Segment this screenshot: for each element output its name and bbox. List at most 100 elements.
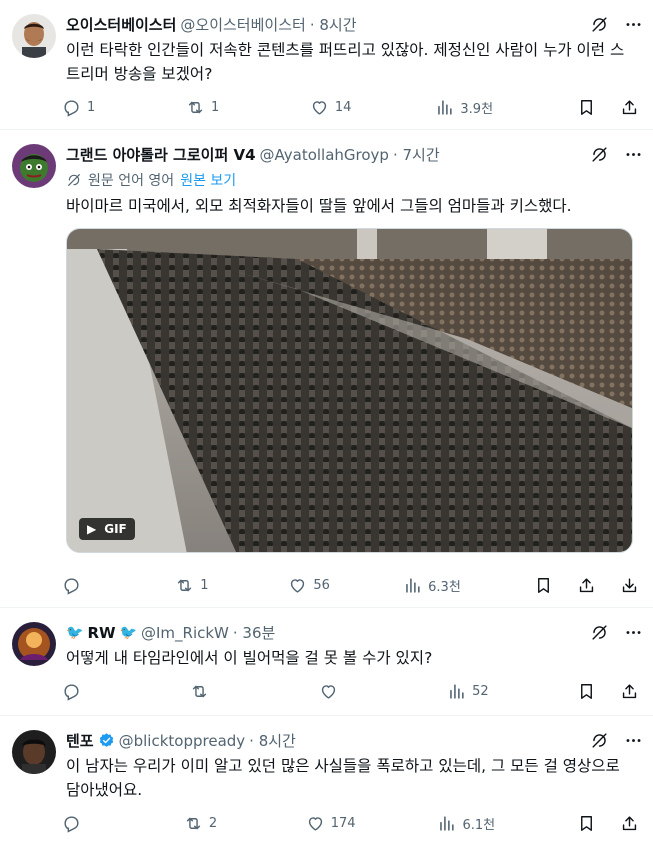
- like-icon: [319, 682, 338, 701]
- repost-button[interactable]: 1: [186, 98, 226, 117]
- reply-icon: [62, 576, 81, 595]
- like-icon: [310, 98, 329, 117]
- timestamp[interactable]: · 8시간: [310, 14, 357, 35]
- show-original-link[interactable]: 원본 보기: [180, 170, 236, 190]
- more-icon[interactable]: [623, 144, 643, 164]
- handle[interactable]: @Im_RickW: [141, 624, 229, 642]
- views-icon: [437, 814, 456, 833]
- views-icon: [447, 682, 466, 701]
- tweet-4[interactable]: 텐포 @blicktoppready · 8시간 이 남자는 우리가 이미 알고…: [0, 716, 653, 850]
- bookmark-icon: [577, 814, 596, 833]
- like-icon: [288, 576, 307, 595]
- grok-icon[interactable]: [589, 730, 609, 750]
- gif-play-icon: ▶: [87, 522, 97, 536]
- bird-emoji-icon: 🐦: [119, 624, 137, 641]
- reply-count: 1: [87, 100, 96, 115]
- like-button[interactable]: 14: [310, 98, 352, 117]
- like-button[interactable]: [319, 682, 359, 701]
- tweet-2[interactable]: 그랜드 아야톨라 그로이퍼 V4 @AyatollahGroyp · 7시간 원…: [0, 130, 653, 608]
- avatar[interactable]: [12, 622, 56, 666]
- views-count: 6.3천: [428, 580, 461, 595]
- share-icon: [620, 682, 639, 701]
- bird-emoji-icon: 🐦: [66, 624, 84, 641]
- share-button[interactable]: [620, 682, 639, 701]
- like-count: 174: [330, 816, 356, 831]
- share-icon: [620, 814, 639, 833]
- repost-button[interactable]: 2: [184, 814, 224, 833]
- parade-image: [67, 229, 632, 552]
- more-icon[interactable]: [623, 730, 643, 750]
- tweet-text: 바이마르 미국에서, 외모 최적화자들이 딸들 앞에서 그들의 엄마들과 키스했…: [66, 197, 572, 215]
- tweet-3[interactable]: 🐦 RW 🐦 @Im_RickW · 36분 어떻게 내 타임라인에서 이 빌어…: [0, 608, 653, 716]
- more-icon[interactable]: [623, 14, 643, 34]
- grok-icon[interactable]: [589, 622, 609, 642]
- repost-icon: [190, 682, 209, 701]
- tweet-text: 어떻게 내 타임라인에서 이 빌어먹을 걸 못 볼 수가 있지?: [66, 649, 433, 667]
- handle[interactable]: @오이스터베이스터: [180, 14, 305, 35]
- bookmark-icon: [577, 98, 596, 117]
- display-name[interactable]: RW: [87, 624, 115, 642]
- views-button[interactable]: 6.1천: [437, 814, 495, 833]
- repost-icon: [184, 814, 203, 833]
- download-button[interactable]: [620, 576, 639, 595]
- share-icon: [577, 576, 596, 595]
- views-icon: [403, 576, 422, 595]
- repost-icon: [186, 98, 205, 117]
- verified-icon: [99, 733, 113, 747]
- share-button[interactable]: [577, 576, 596, 595]
- share-button[interactable]: [620, 98, 639, 117]
- like-icon: [306, 814, 325, 833]
- display-name[interactable]: 오이스터베이스터: [66, 14, 176, 35]
- tweet-text: 이 남자는 우리가 이미 알고 있던 많은 사실들을 폭로하고 있는데, 그 모…: [66, 757, 620, 799]
- gif-badge[interactable]: ▶ GIF: [79, 518, 135, 540]
- more-icon[interactable]: [623, 622, 643, 642]
- repost-icon: [175, 576, 194, 595]
- display-name[interactable]: 텐포: [66, 730, 94, 751]
- views-count: 6.1천: [462, 818, 496, 833]
- handle[interactable]: @blicktoppready: [119, 732, 246, 750]
- grok-icon[interactable]: [589, 14, 609, 34]
- reply-icon: [62, 814, 81, 833]
- avatar[interactable]: [12, 144, 56, 188]
- repost-count: 1: [200, 578, 209, 593]
- gif-label: GIF: [104, 522, 127, 536]
- bookmark-button[interactable]: [577, 682, 596, 701]
- share-icon: [620, 98, 639, 117]
- reply-button[interactable]: 1: [62, 98, 102, 117]
- bookmark-button[interactable]: [577, 814, 596, 833]
- views-button[interactable]: 3.9천: [435, 98, 493, 117]
- translate-icon: [66, 172, 82, 188]
- tweet-1[interactable]: 오이스터베이스터 @오이스터베이스터 · 8시간 이런 타락한 인간들이 저속한…: [0, 0, 653, 130]
- views-icon: [435, 98, 454, 117]
- views-button[interactable]: 6.3천: [403, 576, 461, 595]
- bookmark-icon: [577, 682, 596, 701]
- translate-note: 원문 언어 영어: [88, 173, 175, 189]
- timestamp[interactable]: · 8시간: [249, 730, 296, 751]
- like-count: 14: [334, 100, 352, 115]
- reply-button[interactable]: [62, 576, 102, 595]
- reply-button[interactable]: [62, 682, 102, 701]
- tweet-gif[interactable]: ▶ GIF: [66, 228, 633, 553]
- timestamp[interactable]: · 7시간: [393, 144, 440, 165]
- like-button[interactable]: 174: [306, 814, 356, 833]
- bookmark-button[interactable]: [534, 576, 553, 595]
- tweet-text: 이런 타락한 인간들이 저속한 콘텐츠를 퍼뜨리고 있잖아. 제정신인 사람이 …: [66, 41, 625, 83]
- views-button[interactable]: 52: [447, 682, 489, 701]
- reply-icon: [62, 682, 81, 701]
- views-count: 52: [472, 684, 489, 699]
- avatar[interactable]: [12, 14, 56, 58]
- repost-button[interactable]: [190, 682, 230, 701]
- bookmark-icon: [534, 576, 553, 595]
- like-button[interactable]: 56: [288, 576, 330, 595]
- repost-button[interactable]: 1: [175, 576, 215, 595]
- avatar[interactable]: [12, 730, 56, 774]
- reply-button[interactable]: [62, 814, 102, 833]
- handle[interactable]: @AyatollahGroyp: [260, 146, 389, 164]
- timestamp[interactable]: · 36분: [233, 622, 275, 643]
- views-count: 3.9천: [460, 102, 494, 117]
- display-name[interactable]: 그랜드 아야톨라 그로이퍼 V4: [66, 144, 256, 165]
- like-count: 56: [313, 578, 330, 593]
- grok-icon[interactable]: [589, 144, 609, 164]
- bookmark-button[interactable]: [577, 98, 596, 117]
- share-button[interactable]: [620, 814, 639, 833]
